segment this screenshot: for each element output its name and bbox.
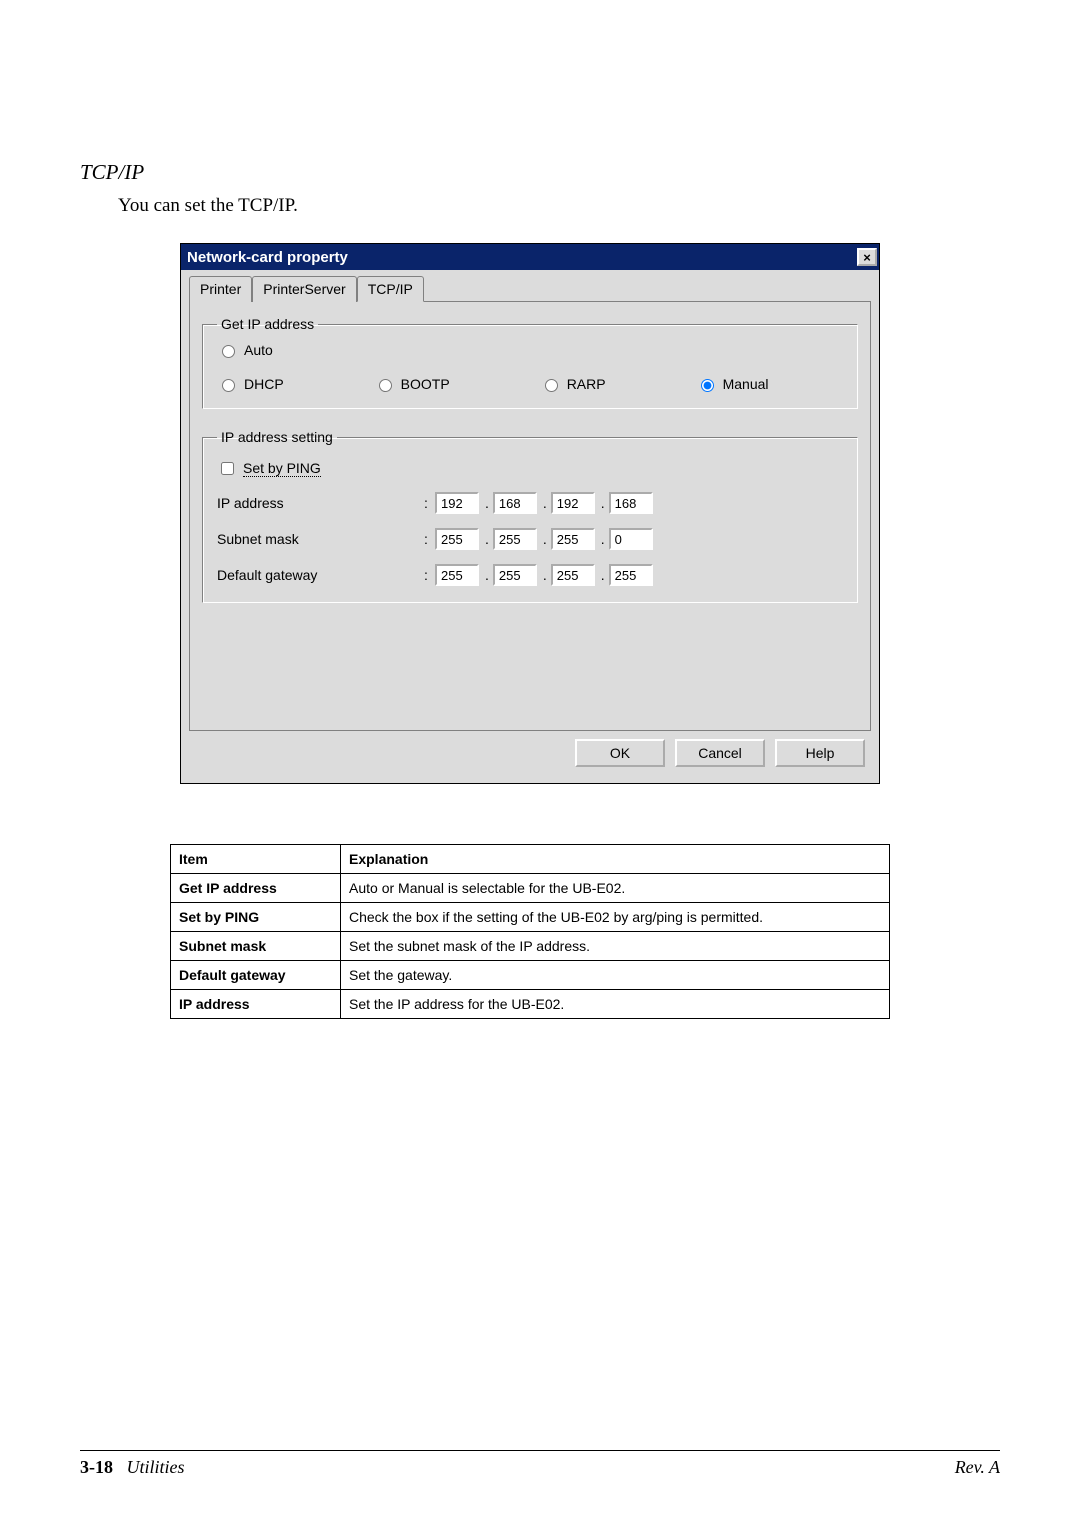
close-icon[interactable]: × bbox=[857, 248, 877, 266]
gw-oct4[interactable] bbox=[609, 564, 653, 586]
intro-text: You can set the TCP/IP. bbox=[118, 195, 980, 217]
cell-item: IP address bbox=[171, 990, 341, 1019]
radio-bootp-input[interactable] bbox=[379, 379, 392, 392]
sn-oct2[interactable] bbox=[493, 528, 537, 550]
ip-oct3[interactable] bbox=[551, 492, 595, 514]
dialog-buttons: OK Cancel Help bbox=[189, 731, 871, 775]
tab-strip: Printer PrinterServer TCP/IP bbox=[189, 276, 871, 302]
network-dialog: Network-card property × Printer PrinterS… bbox=[180, 243, 880, 784]
sn-oct1[interactable] bbox=[435, 528, 479, 550]
dialog-titlebar: Network-card property × bbox=[181, 244, 879, 270]
info-table: Item Explanation Get IP address Auto or … bbox=[170, 844, 890, 1019]
cell-explanation: Set the subnet mask of the IP address. bbox=[341, 932, 890, 961]
cell-explanation: Set the gateway. bbox=[341, 961, 890, 990]
page-footer: 3-18 Utilities Rev. A bbox=[80, 1450, 1000, 1478]
help-button[interactable]: Help bbox=[775, 739, 865, 767]
label-set-by-ping[interactable]: Set by PING bbox=[243, 460, 321, 477]
radio-bootp[interactable]: BOOTP bbox=[374, 376, 450, 392]
cell-item: Set by PING bbox=[171, 903, 341, 932]
footer-page: 3-18 bbox=[80, 1457, 113, 1477]
radio-rarp-input[interactable] bbox=[545, 379, 558, 392]
cell-explanation: Check the box if the setting of the UB-E… bbox=[341, 903, 890, 932]
tab-tcpip[interactable]: TCP/IP bbox=[357, 276, 424, 302]
cell-item: Subnet mask bbox=[171, 932, 341, 961]
ip-oct2[interactable] bbox=[493, 492, 537, 514]
section-heading: TCP/IP bbox=[80, 160, 980, 185]
radio-dhcp-input[interactable] bbox=[222, 379, 235, 392]
footer-section: Utilities bbox=[127, 1457, 185, 1477]
th-explanation: Explanation bbox=[341, 845, 890, 874]
label-gateway: Default gateway bbox=[217, 567, 417, 583]
table-row: Get IP address Auto or Manual is selecta… bbox=[171, 874, 890, 903]
table-row: Default gateway Set the gateway. bbox=[171, 961, 890, 990]
radio-rarp-label: RARP bbox=[567, 376, 606, 392]
th-item: Item bbox=[171, 845, 341, 874]
table-row: Subnet mask Set the subnet mask of the I… bbox=[171, 932, 890, 961]
sn-oct3[interactable] bbox=[551, 528, 595, 550]
tab-page-tcpip: Get IP address Auto DHCP BOOTP bbox=[189, 301, 871, 731]
cell-explanation: Set the IP address for the UB-E02. bbox=[341, 990, 890, 1019]
radio-manual-label: Manual bbox=[723, 376, 769, 392]
radio-manual-input[interactable] bbox=[701, 379, 714, 392]
table-row: Set by PING Check the box if the setting… bbox=[171, 903, 890, 932]
sn-oct4[interactable] bbox=[609, 528, 653, 550]
cell-item: Default gateway bbox=[171, 961, 341, 990]
legend-get-ip: Get IP address bbox=[217, 316, 318, 332]
legend-ip-setting: IP address setting bbox=[217, 429, 337, 445]
cell-item: Get IP address bbox=[171, 874, 341, 903]
row-gateway: Default gateway : . . . bbox=[217, 564, 843, 586]
radio-bootp-label: BOOTP bbox=[401, 376, 450, 392]
ip-oct1[interactable] bbox=[435, 492, 479, 514]
dialog-title: Network-card property bbox=[187, 249, 348, 266]
radio-auto[interactable]: Auto bbox=[217, 342, 843, 358]
label-ip: IP address bbox=[217, 495, 417, 511]
gw-oct1[interactable] bbox=[435, 564, 479, 586]
footer-rev: Rev. A bbox=[955, 1457, 1000, 1478]
ip-oct4[interactable] bbox=[609, 492, 653, 514]
gw-oct2[interactable] bbox=[493, 564, 537, 586]
cell-explanation: Auto or Manual is selectable for the UB-… bbox=[341, 874, 890, 903]
radio-dhcp[interactable]: DHCP bbox=[217, 376, 284, 392]
colon: : bbox=[417, 531, 435, 547]
checkbox-set-by-ping[interactable] bbox=[221, 462, 234, 475]
row-ip-address: IP address : . . . bbox=[217, 492, 843, 514]
radio-auto-input[interactable] bbox=[222, 345, 235, 358]
colon: : bbox=[417, 567, 435, 583]
ok-button[interactable]: OK bbox=[575, 739, 665, 767]
group-ip-setting: IP address setting Set by PING IP addres… bbox=[202, 429, 858, 603]
colon: : bbox=[417, 495, 435, 511]
tab-printerserver[interactable]: PrinterServer bbox=[252, 276, 356, 302]
table-row: IP address Set the IP address for the UB… bbox=[171, 990, 890, 1019]
cancel-button[interactable]: Cancel bbox=[675, 739, 765, 767]
radio-rarp[interactable]: RARP bbox=[540, 376, 606, 392]
group-get-ip: Get IP address Auto DHCP BOOTP bbox=[202, 316, 858, 409]
radio-auto-label: Auto bbox=[244, 342, 273, 358]
gw-oct3[interactable] bbox=[551, 564, 595, 586]
tab-printer[interactable]: Printer bbox=[189, 276, 252, 302]
label-subnet: Subnet mask bbox=[217, 531, 417, 547]
radio-dhcp-label: DHCP bbox=[244, 376, 284, 392]
row-subnet: Subnet mask : . . . bbox=[217, 528, 843, 550]
radio-manual[interactable]: Manual bbox=[696, 376, 769, 392]
